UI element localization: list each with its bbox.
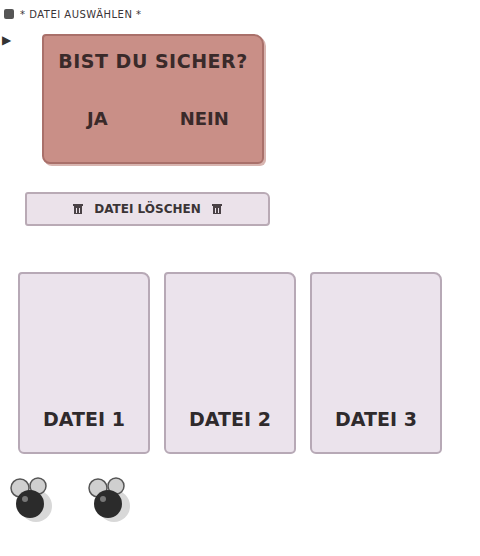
file-label: DATEI 1 [43, 408, 125, 430]
dialog-button[interactable]: NEIN [172, 106, 237, 131]
file-label: DATEI 3 [335, 408, 417, 430]
bomb-icon [86, 476, 136, 526]
delete-label: DATEI LÖSCHEN [94, 202, 201, 216]
file-card[interactable]: DATEI 1 [18, 272, 150, 454]
trash-icon [72, 203, 84, 215]
bomb-icon [8, 476, 58, 526]
file-card[interactable]: DATEI 2 [164, 272, 296, 454]
dialog-question: BIST DU SICHER? [58, 50, 247, 72]
dialog-button[interactable]: JA [79, 106, 116, 131]
delete-button[interactable]: DATEI LÖSCHEN [25, 192, 270, 226]
header: * DATEI AUSWÄHLEN * [0, 0, 480, 22]
file-label: DATEI 2 [189, 408, 271, 430]
confirm-dialog: BIST DU SICHER? JA NEIN [42, 34, 264, 164]
trash-icon [211, 203, 223, 215]
screen-title: * DATEI AUSWÄHLEN * [20, 9, 142, 20]
header-icon [4, 9, 14, 19]
file-card[interactable]: DATEI 3 [310, 272, 442, 454]
cursor: ▶ [0, 34, 42, 164]
